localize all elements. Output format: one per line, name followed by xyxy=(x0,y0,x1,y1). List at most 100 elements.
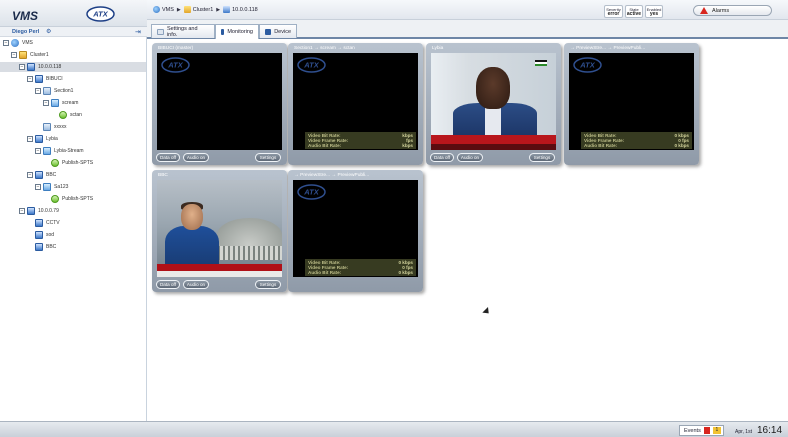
data-off-button[interactable]: Data off xyxy=(430,153,454,162)
alarms-button[interactable]: Alarms xyxy=(693,5,772,16)
video-panel: Lybia Data off Audio on Settings xyxy=(426,43,561,165)
tree-item[interactable]: Publish-SPTS xyxy=(0,194,146,204)
tree-item[interactable]: − Lybia xyxy=(0,134,146,144)
tree-item[interactable]: sod xyxy=(0,230,146,240)
collapse-toggle-icon[interactable]: − xyxy=(35,88,41,94)
output-icon xyxy=(51,159,59,167)
output-icon xyxy=(51,195,59,203)
settings-button[interactable]: Settings xyxy=(255,280,281,289)
collapse-toggle-icon[interactable]: − xyxy=(11,52,17,58)
section-icon xyxy=(43,87,51,95)
tab-label: Device xyxy=(274,28,291,35)
tab-strip: Settings and info. Monitoring Device xyxy=(147,20,788,39)
video-panel: BIBUCI (master) ATX Data off Audio on Settin… xyxy=(152,43,287,165)
video-frame xyxy=(157,180,282,277)
tree-item[interactable]: BBC xyxy=(0,242,146,252)
events-button[interactable]: Events 1 xyxy=(679,425,724,436)
download-icon xyxy=(35,243,43,251)
enabled-value: yes xyxy=(649,11,659,17)
stream-stats: Video Bit Rate: kbps Video Frame Rate: fps A… xyxy=(305,132,416,149)
tree-item[interactable]: − 10.0.0.118 xyxy=(0,62,146,72)
breadcrumb: VMS ▶ Cluster1 ▶ 10.0.0.118 xyxy=(153,6,258,13)
video-panel: BBC Data off Audio on Settings xyxy=(152,170,287,292)
cluster-icon xyxy=(19,51,27,59)
collapse-toggle-icon[interactable]: − xyxy=(35,148,41,154)
tree-item[interactable]: − scream xyxy=(0,98,146,108)
tab-device[interactable]: Device xyxy=(259,24,297,38)
cluster-icon xyxy=(183,6,191,13)
tree-item[interactable]: − Section1 xyxy=(0,86,146,96)
tree-item[interactable]: xxxxx xyxy=(0,122,146,132)
breadcrumb-item-vms[interactable]: VMS xyxy=(162,7,174,13)
breadcrumb-item-cluster[interactable]: Cluster1 xyxy=(193,7,213,13)
device-icon xyxy=(223,6,231,13)
tab-monitoring[interactable]: Monitoring xyxy=(215,24,259,39)
panel-title: → PreviewStre... → PreviewPubli... xyxy=(570,46,646,51)
collapse-toggle-icon[interactable]: − xyxy=(27,136,33,142)
logout-icon[interactable]: ⇥ xyxy=(135,28,141,36)
top-bar: VMS ▶ Cluster1 ▶ 10.0.0.118 Severity err… xyxy=(147,0,788,20)
audio-on-button[interactable]: Audio on xyxy=(183,153,209,162)
monitor-icon xyxy=(221,29,225,35)
video-screen[interactable]: ATX Video Bit Rate: kbps Video Frame Rate: f… xyxy=(293,53,418,150)
video-frame-figure xyxy=(485,105,501,135)
audio-on-button[interactable]: Audio on xyxy=(457,153,483,162)
events-label: Events xyxy=(684,427,701,434)
collapse-toggle-icon[interactable]: − xyxy=(27,76,33,82)
settings-button[interactable]: Settings xyxy=(255,153,281,162)
audio-bitrate-value: 0 kbps xyxy=(674,143,689,148)
svg-text:ATX: ATX xyxy=(167,61,183,70)
tab-settings-and-info[interactable]: Settings and info. xyxy=(151,24,215,38)
video-screen[interactable]: ATX xyxy=(157,53,282,150)
collapse-toggle-icon[interactable]: − xyxy=(35,184,41,190)
tree-item-label: BIBUCI xyxy=(46,76,63,82)
news-ticker xyxy=(431,144,556,150)
data-off-button[interactable]: Data off xyxy=(156,280,180,289)
user-name-link[interactable]: Diego Perl xyxy=(12,29,39,35)
settings-button[interactable]: Settings xyxy=(529,153,555,162)
collapse-toggle-icon[interactable]: − xyxy=(43,100,49,106)
severity-value: error xyxy=(607,11,620,17)
tree-item[interactable]: sctan xyxy=(0,110,146,120)
panel-title: Lybia xyxy=(432,46,444,51)
audio-on-button[interactable]: Audio on xyxy=(183,280,209,289)
device-icon xyxy=(265,28,272,35)
stream-stats: Video Bit Rate: 0 kbps Video Frame Rate: 0 … xyxy=(581,132,692,149)
collapse-toggle-icon[interactable]: − xyxy=(3,40,9,46)
atx-logo-icon: ATX xyxy=(86,6,115,22)
breadcrumb-item-device[interactable]: 10.0.0.118 xyxy=(232,7,258,13)
tree-item[interactable]: Publish-SPTS xyxy=(0,158,146,168)
video-screen[interactable] xyxy=(157,180,282,277)
tree-item[interactable]: − Cluster1 xyxy=(0,50,146,60)
atx-logo-icon: ATX xyxy=(297,184,326,200)
video-screen[interactable]: ATX Video Bit Rate: 0 kbps Video Frame Rate… xyxy=(569,53,694,150)
breadcrumb-separator-icon: ▶ xyxy=(176,6,181,13)
tree-item[interactable]: − BIBUCI xyxy=(0,74,146,84)
tree-item-label: BBC xyxy=(46,244,57,250)
tree-item[interactable]: − VMS xyxy=(0,38,146,48)
tree-item-label: Cluster1 xyxy=(30,52,49,58)
stream-icon xyxy=(43,183,51,191)
tree-item[interactable]: − 10.0.0.79 xyxy=(0,206,146,216)
collapse-toggle-icon[interactable]: − xyxy=(27,172,33,178)
gear-icon[interactable]: ⚙ xyxy=(46,28,51,35)
panel-title: BBC xyxy=(158,173,168,178)
tree-item[interactable]: − Lybia-Stream xyxy=(0,146,146,156)
news-ticker xyxy=(157,264,282,271)
collapse-toggle-icon[interactable]: − xyxy=(19,208,25,214)
tree-item[interactable]: − BBC xyxy=(0,170,146,180)
enabled-status: Enabled yes xyxy=(645,5,663,18)
device-icon xyxy=(35,75,43,83)
tree-item[interactable]: CCTV xyxy=(0,218,146,228)
severity-status: Severity error xyxy=(604,5,623,18)
stat-label: Audio Bit Rate: xyxy=(584,143,618,148)
video-screen[interactable] xyxy=(431,53,556,150)
tree-item[interactable]: − Sa123 xyxy=(0,182,146,192)
device-icon xyxy=(27,63,35,71)
sidebar: VMS ATX Diego Perl ⚙ ⇥ − VMS − Cluster1−10.… xyxy=(0,0,147,421)
video-screen[interactable]: ATX Video Bit Rate: 0 kbps Video Frame Rate… xyxy=(293,180,418,277)
data-off-button[interactable]: Data off xyxy=(156,153,180,162)
svg-text:ATX: ATX xyxy=(303,188,319,197)
collapse-toggle-icon[interactable]: − xyxy=(19,64,25,70)
globe-icon xyxy=(11,39,19,47)
